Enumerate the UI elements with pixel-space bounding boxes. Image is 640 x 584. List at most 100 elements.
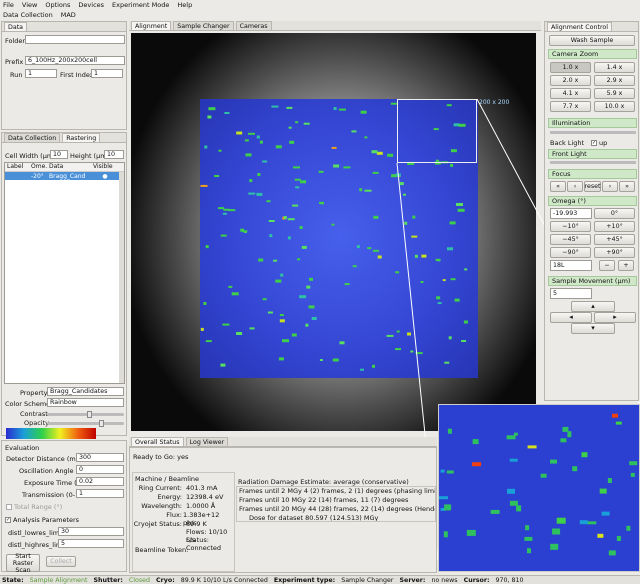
zoom-selection-box[interactable] [397, 99, 477, 163]
detector-distance-input[interactable]: 300 [76, 453, 124, 462]
omega-minus-button[interactable]: − [599, 260, 615, 271]
cell-width-input[interactable]: 10 [50, 150, 68, 159]
focus-reset-button[interactable]: reset [584, 181, 601, 192]
zoom-10x-button[interactable]: 10.0 x [594, 101, 635, 112]
collect-button[interactable]: Collect [46, 556, 76, 567]
focus-fast-forward-button[interactable]: » [619, 181, 635, 192]
tab-alignment[interactable]: Alignment [131, 21, 172, 30]
oscillation-input[interactable]: 0 [76, 465, 124, 474]
arrow-right-icon: ▸ [613, 313, 617, 321]
illumination-section: Illumination [548, 118, 637, 128]
omega-minus45-button[interactable]: −45° [550, 234, 591, 245]
illumination-slider[interactable] [550, 131, 636, 134]
minus-icon: − [604, 262, 610, 269]
analysis-checkbox[interactable]: ✓ [5, 517, 11, 523]
zoom-5-9x-button[interactable]: 5.9 x [594, 88, 635, 99]
menu-devices[interactable]: Devices [78, 1, 104, 9]
ready-text: Ready to Go: yes [133, 453, 189, 461]
focus-section: Focus [548, 169, 637, 179]
zoom-4-1x-button[interactable]: 4.1 x [550, 88, 591, 99]
cursor-label: Cursor: [463, 576, 490, 584]
zoom-7-7x-button[interactable]: 7.7 x [550, 101, 591, 112]
raster-table: Label Ome. Data Visible -20° Bragg_Cand … [4, 162, 125, 384]
move-up-button[interactable]: ▴ [571, 301, 615, 312]
energy-value: 12398.4 eV [186, 493, 224, 501]
sample-step-select[interactable]: 5 [550, 288, 592, 299]
submenu-mad[interactable]: MAD [61, 11, 76, 19]
property-select[interactable]: Bragg_Candidates [47, 387, 124, 396]
zoom-1x-button[interactable]: 1.0 x [550, 62, 591, 73]
camera-view[interactable]: 200 x 200 [131, 33, 536, 431]
cryo-label: Cryo: [156, 576, 175, 584]
front-light-slider[interactable] [550, 161, 636, 164]
visible-eye-icon[interactable]: ● [93, 173, 117, 180]
omega-plus90-button[interactable]: +90° [594, 247, 635, 258]
zoom-inset [438, 404, 640, 572]
sample-movement-section: Sample Movement (µm) [548, 276, 637, 286]
folder-input[interactable] [25, 35, 125, 44]
opacity-handle[interactable] [99, 420, 104, 427]
cell-width-label: Cell Width (µm) [5, 152, 56, 160]
total-range-label: Total Range (°) [14, 503, 63, 511]
contrast-handle[interactable] [87, 411, 92, 418]
transmission-input[interactable]: 1 [76, 489, 124, 498]
col-ome: Ome. [31, 163, 48, 170]
omega-input[interactable]: -19.993 [550, 208, 592, 219]
tab-rastering[interactable]: Rastering [62, 133, 101, 142]
color-scheme-select[interactable]: Rainbow [47, 398, 124, 407]
move-down-button[interactable]: ▾ [571, 323, 615, 334]
first-index-input[interactable]: 1 [91, 69, 123, 78]
start-raster-button[interactable]: Start Raster Scan [6, 553, 40, 574]
radiation-box: Frames until 2 MGy 4 (2) frames, 2 (1) d… [236, 486, 436, 522]
focus-forward-button[interactable]: › [602, 181, 618, 192]
table-scrollbar[interactable] [119, 172, 124, 383]
opacity-slider[interactable] [47, 420, 124, 427]
focus-back-button[interactable]: ‹ [567, 181, 583, 192]
ring-current-value: 401.3 mA [186, 484, 218, 492]
camera-zoom-section: Camera Zoom [548, 49, 637, 59]
omega-plus10-button[interactable]: +10° [594, 221, 635, 232]
menu-view[interactable]: View [22, 1, 37, 9]
raster-size-label: 200 x 200 [479, 99, 510, 106]
zoom-1-4x-button[interactable]: 1.4 x [594, 62, 635, 73]
distl-lowres-input[interactable]: 30 [58, 527, 124, 536]
height-input[interactable]: 10 [104, 150, 124, 159]
tab-sample-changer[interactable]: Sample Changer [173, 21, 234, 30]
tab-data[interactable]: Data [4, 22, 28, 31]
rad-line-2: Frames until 10 MGy 22 (14) frames, 11 (… [239, 496, 409, 504]
omega-plus-button[interactable]: + [618, 260, 634, 271]
wash-sample-button[interactable]: Wash Sample [549, 35, 635, 46]
omega-minus90-button[interactable]: −90° [550, 247, 591, 258]
menu-file[interactable]: File [3, 1, 14, 9]
shutter-label: Shutter: [93, 576, 123, 584]
omega-step-select[interactable]: 18L [550, 260, 592, 271]
tab-log-viewer[interactable]: Log Viewer [185, 437, 229, 446]
move-right-button[interactable]: ▸ [594, 312, 636, 323]
tab-alignment-control[interactable]: Alignment Control [547, 22, 613, 31]
move-left-button[interactable]: ◂ [550, 312, 592, 323]
omega-minus10-button[interactable]: −10° [550, 221, 591, 232]
omega-0-button[interactable]: 0° [594, 208, 635, 219]
prefix-label: Prefix [5, 58, 24, 66]
back-light-checkbox[interactable]: ✓ [591, 140, 597, 146]
submenu-data-collection[interactable]: Data Collection [3, 11, 53, 19]
focus-fast-back-button[interactable]: « [550, 181, 566, 192]
tab-overall-status[interactable]: Overall Status [131, 437, 184, 446]
omega-plus45-button[interactable]: +45° [594, 234, 635, 245]
distl-highres-input[interactable]: 5 [58, 539, 124, 548]
zoom-2x-button[interactable]: 2.0 x [550, 75, 591, 86]
tab-data-collection[interactable]: Data Collection [4, 133, 61, 142]
zoom-2-9x-button[interactable]: 2.9 x [594, 75, 635, 86]
rad-line-3: Frames until 20 MGy 44 (28) frames, 22 (… [239, 505, 435, 513]
table-row[interactable]: -20° Bragg_Cand ● [5, 172, 124, 180]
run-input[interactable]: 1 [25, 69, 57, 78]
menu-help[interactable]: Help [177, 1, 192, 9]
exposure-input[interactable]: 0.02 [76, 477, 124, 486]
center-tabbar: Alignment Sample Changer Cameras [129, 21, 541, 31]
menu-options[interactable]: Options [45, 1, 70, 9]
menu-experiment-mode[interactable]: Experiment Mode [112, 1, 169, 9]
contrast-slider[interactable] [47, 411, 124, 418]
prefix-input[interactable]: 6_100Hz_200x200cell [25, 56, 125, 65]
tab-cameras[interactable]: Cameras [235, 21, 272, 30]
total-range-checkbox[interactable] [6, 504, 12, 510]
